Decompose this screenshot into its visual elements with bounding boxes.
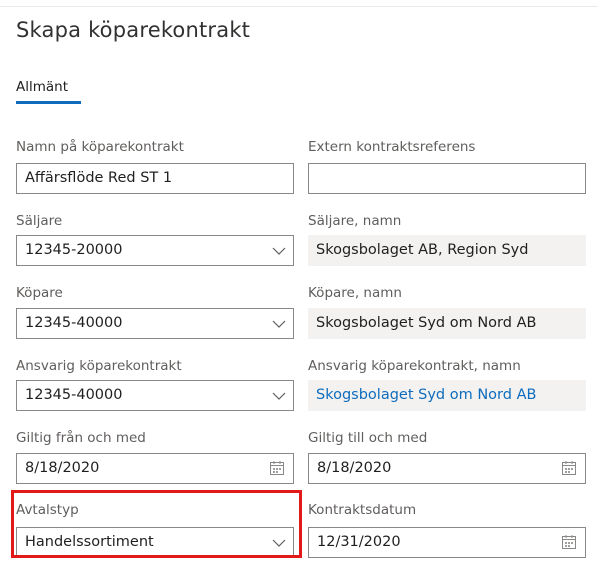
page-title: Skapa köparekontrakt (16, 18, 251, 42)
contract-name-input[interactable]: Affärsflöde Red ST 1 (16, 163, 294, 194)
valid-to-label: Giltig till och med (308, 430, 428, 446)
calendar-icon[interactable] (561, 460, 577, 476)
responsible-value: 12345-40000 (25, 387, 123, 403)
responsible-name-link[interactable]: Skogsbolaget Syd om Nord AB (308, 380, 586, 411)
seller-dropdown[interactable]: 12345-20000 (16, 235, 294, 266)
external-ref-label: Extern kontraktsreferens (308, 139, 476, 155)
contract-date-input[interactable]: 12/31/2020 (308, 527, 586, 558)
chevron-down-icon[interactable] (272, 245, 286, 257)
valid-from-value: 8/18/2020 (25, 460, 100, 476)
buyer-name-label: Köpare, namn (308, 285, 402, 301)
buyer-label: Köpare (16, 285, 63, 301)
valid-from-label: Giltig från och med (16, 430, 146, 446)
agreement-type-highlight-box (11, 490, 302, 558)
buyer-name-value: Skogsbolaget Syd om Nord AB (308, 308, 586, 339)
buyer-value: 12345-40000 (25, 315, 123, 331)
tab-active-indicator (16, 101, 81, 104)
header-divider (0, 6, 598, 7)
contract-name-label: Namn på köparekontrakt (16, 139, 184, 155)
responsible-name-label: Ansvarig köparekontrakt, namn (308, 358, 521, 374)
valid-to-input[interactable]: 8/18/2020 (308, 453, 586, 484)
valid-from-input[interactable]: 8/18/2020 (16, 453, 294, 484)
calendar-icon[interactable] (561, 534, 577, 550)
calendar-icon[interactable] (269, 460, 285, 476)
contract-date-value: 12/31/2020 (317, 534, 401, 550)
chevron-down-icon[interactable] (272, 390, 286, 402)
external-ref-input[interactable] (308, 163, 586, 194)
seller-name-value: Skogsbolaget AB, Region Syd (308, 235, 586, 266)
responsible-label: Ansvarig köparekontrakt (16, 358, 182, 374)
buyer-dropdown[interactable]: 12345-40000 (16, 308, 294, 339)
seller-name-label: Säljare, namn (308, 213, 402, 229)
chevron-down-icon[interactable] (272, 318, 286, 330)
valid-to-value: 8/18/2020 (317, 460, 392, 476)
tab-general[interactable]: Allmänt (16, 79, 68, 95)
contract-date-label: Kontraktsdatum (308, 502, 417, 518)
seller-label: Säljare (16, 213, 63, 229)
responsible-dropdown[interactable]: 12345-40000 (16, 380, 294, 411)
seller-value: 12345-20000 (25, 242, 123, 258)
